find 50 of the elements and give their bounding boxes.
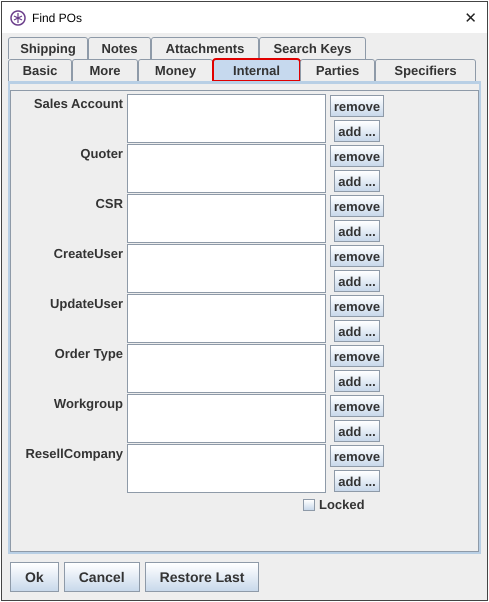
tab[interactable]: Basic xyxy=(8,59,72,81)
tab[interactable]: More xyxy=(72,59,138,81)
list-box[interactable] xyxy=(127,94,326,143)
dialog-button[interactable]: Restore Last xyxy=(144,562,260,592)
add-button[interactable]: add ... xyxy=(334,120,380,142)
app-logo-icon xyxy=(10,10,26,26)
tab[interactable]: Internal xyxy=(213,59,300,81)
dialog-button[interactable]: Cancel xyxy=(64,562,140,592)
add-button[interactable]: add ... xyxy=(334,220,380,242)
remove-button[interactable]: remove xyxy=(330,95,384,117)
field-label: Workgroup xyxy=(52,395,124,413)
list-box[interactable] xyxy=(127,394,326,443)
close-icon[interactable]: ✕ xyxy=(464,8,477,26)
add-button[interactable]: add ... xyxy=(334,320,380,342)
tab[interactable]: Notes xyxy=(88,37,151,59)
add-button[interactable]: add ... xyxy=(334,370,380,392)
list-box[interactable] xyxy=(127,294,326,343)
list-box[interactable] xyxy=(127,244,326,293)
tab[interactable]: Money xyxy=(138,59,213,81)
tab[interactable]: Shipping xyxy=(8,37,88,59)
list-box[interactable] xyxy=(127,344,326,393)
remove-button[interactable]: remove xyxy=(330,295,384,317)
remove-button[interactable]: remove xyxy=(330,395,384,417)
field-label: Quoter xyxy=(79,145,124,163)
locked-checkbox[interactable] xyxy=(303,498,315,510)
window-title: Find POs xyxy=(32,10,84,24)
field-label: UpdateUser xyxy=(49,295,124,313)
field-label: ResellCompany xyxy=(24,445,124,463)
add-button[interactable]: add ... xyxy=(334,170,380,192)
remove-button[interactable]: remove xyxy=(330,245,384,267)
add-button[interactable]: add ... xyxy=(334,270,380,292)
dialog-button[interactable]: Ok xyxy=(10,562,59,592)
field-label: CSR xyxy=(94,195,124,213)
remove-button[interactable]: remove xyxy=(330,345,384,367)
field-label: Order Type xyxy=(54,345,124,363)
list-box[interactable] xyxy=(127,444,326,493)
field-label: CreateUser xyxy=(52,245,124,263)
remove-button[interactable]: remove xyxy=(330,195,384,217)
tab[interactable]: Attachments xyxy=(151,37,259,59)
list-box[interactable] xyxy=(127,194,326,243)
list-box[interactable] xyxy=(127,144,326,193)
checkbox-label: Locked xyxy=(319,497,365,512)
tab[interactable]: Search Keys xyxy=(259,37,366,59)
remove-button[interactable]: remove xyxy=(330,445,384,467)
add-button[interactable]: add ... xyxy=(334,470,380,492)
tab[interactable]: Specifiers xyxy=(375,59,476,81)
tab[interactable]: Parties xyxy=(300,59,375,81)
add-button[interactable]: add ... xyxy=(334,420,380,442)
field-label: Sales Account xyxy=(32,95,124,113)
remove-button[interactable]: remove xyxy=(330,145,384,167)
